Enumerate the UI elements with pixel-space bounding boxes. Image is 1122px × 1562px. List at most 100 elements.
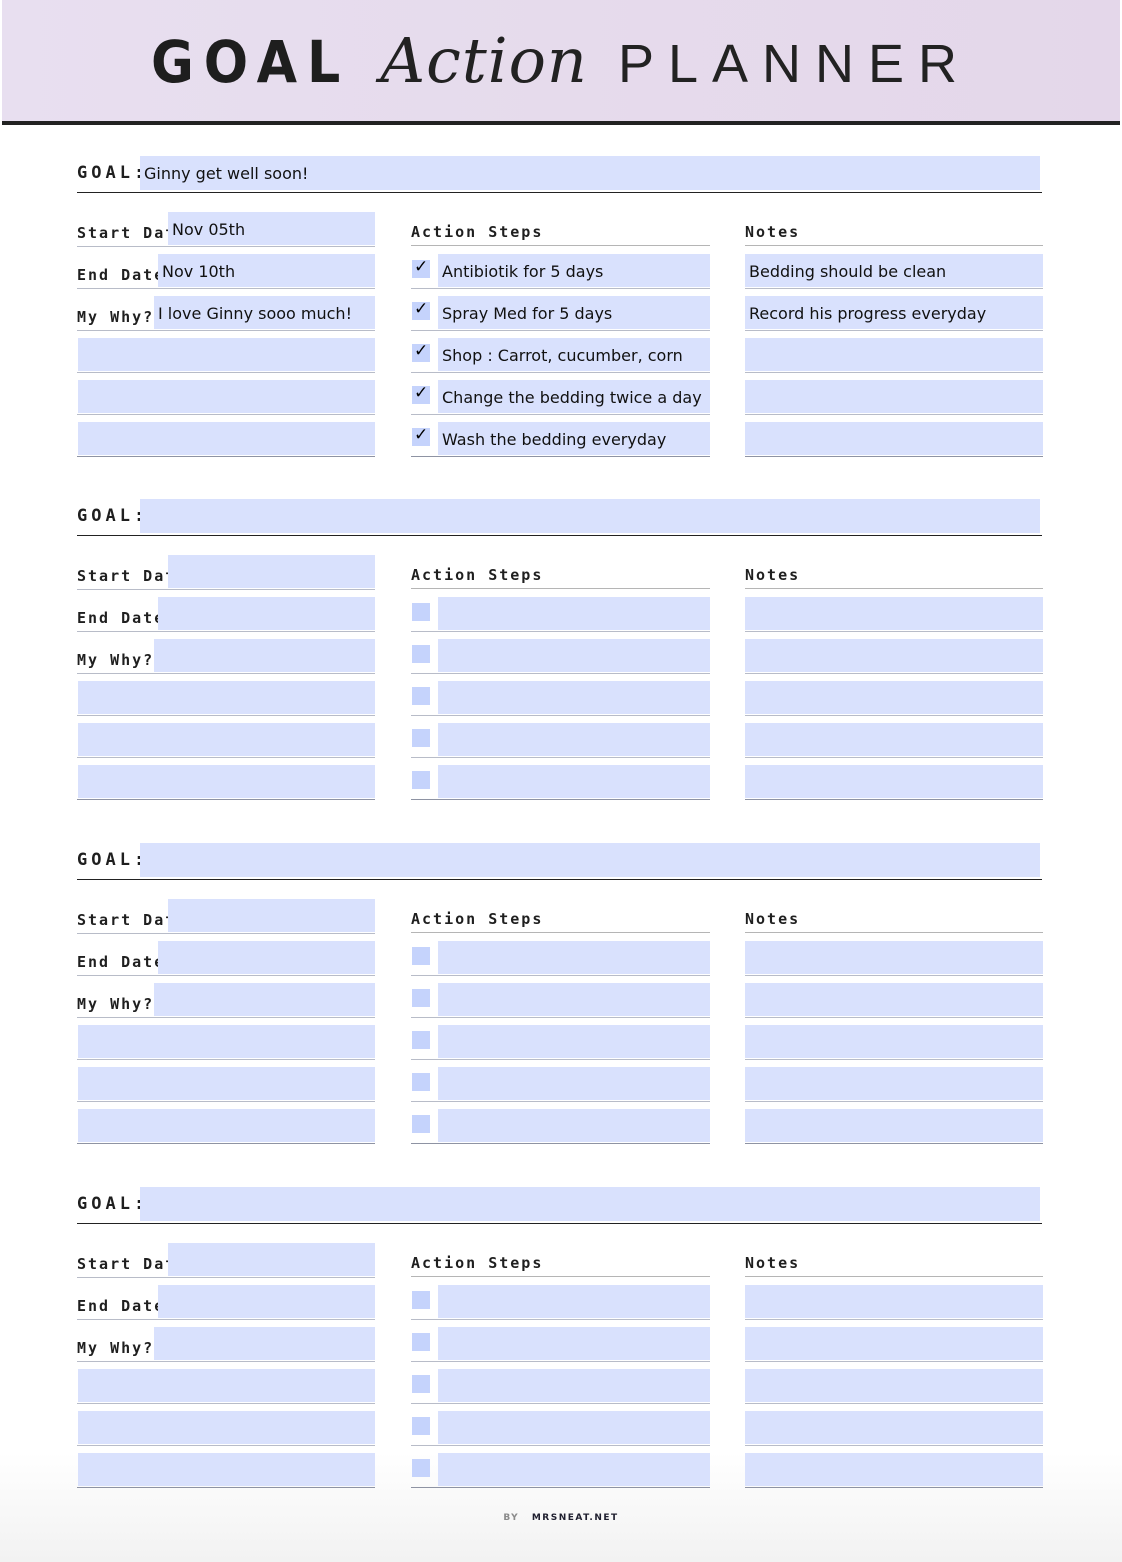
note-row: [745, 1369, 1043, 1404]
note-input[interactable]: [745, 723, 1043, 756]
note-input[interactable]: [745, 1411, 1043, 1444]
action-step-input[interactable]: [438, 1067, 710, 1100]
my-why-input[interactable]: [154, 983, 375, 1016]
action-step-input[interactable]: [438, 1369, 710, 1402]
note-input[interactable]: [745, 941, 1043, 974]
note-input[interactable]: [745, 681, 1043, 714]
action-step-checkbox[interactable]: [412, 729, 430, 747]
action-step-checkbox[interactable]: ✓: [412, 383, 430, 404]
action-step-input[interactable]: [438, 1025, 710, 1058]
action-step-checkbox[interactable]: [412, 1031, 430, 1049]
note-input[interactable]: [745, 1285, 1043, 1318]
action-step-input[interactable]: Wash the bedding everyday: [438, 422, 710, 455]
action-step-input[interactable]: Change the bedding twice a day: [438, 380, 710, 413]
action-step-checkbox[interactable]: [412, 687, 430, 705]
extra-input[interactable]: [78, 1411, 375, 1444]
note-input[interactable]: [745, 380, 1043, 413]
extra-input[interactable]: [78, 765, 375, 798]
action-step-input[interactable]: [438, 723, 710, 756]
action-step-input[interactable]: Antibiotik for 5 days: [438, 254, 710, 287]
start-date-input[interactable]: [168, 1243, 375, 1276]
action-step-row: ✓ Change the bedding twice a day: [411, 380, 710, 415]
action-step-checkbox[interactable]: ✓: [412, 299, 430, 320]
note-input[interactable]: [745, 1369, 1043, 1402]
action-step-input[interactable]: Shop : Carrot, cucumber, corn: [438, 338, 710, 371]
start-date-input[interactable]: Nov 05th: [168, 212, 375, 245]
start-date-input[interactable]: [168, 555, 375, 588]
action-step-input[interactable]: [438, 983, 710, 1016]
action-step-checkbox[interactable]: [412, 1333, 430, 1351]
my-why-input[interactable]: I love Ginny sooo much!: [154, 296, 375, 329]
action-step-checkbox[interactable]: [412, 1375, 430, 1393]
action-step-input[interactable]: [438, 1453, 710, 1486]
action-step-checkbox[interactable]: ✓: [412, 425, 430, 446]
note-input[interactable]: [745, 338, 1043, 371]
extra-input[interactable]: [78, 681, 375, 714]
action-step-checkbox[interactable]: [412, 1073, 430, 1091]
action-step-input[interactable]: [438, 1411, 710, 1444]
action-step-input[interactable]: [438, 681, 710, 714]
my-why-input[interactable]: [154, 1327, 375, 1360]
action-step-checkbox[interactable]: [412, 1291, 430, 1309]
goal-input[interactable]: [140, 843, 1040, 877]
note-input[interactable]: [745, 765, 1043, 798]
action-step-input[interactable]: [438, 1285, 710, 1318]
action-step-input[interactable]: [438, 597, 710, 630]
my-why-input[interactable]: [154, 639, 375, 672]
action-step-checkbox[interactable]: [412, 989, 430, 1007]
note-input[interactable]: [745, 639, 1043, 672]
extra-input[interactable]: [78, 1109, 375, 1142]
action-step-checkbox[interactable]: [412, 645, 430, 663]
notes-underline: [745, 588, 1043, 589]
note-input[interactable]: [745, 597, 1043, 630]
action-step-row: [411, 983, 710, 1018]
action-step-input[interactable]: [438, 941, 710, 974]
note-input[interactable]: Record his progress everyday: [745, 296, 1043, 329]
note-row: [745, 765, 1043, 800]
action-step-checkbox[interactable]: ✓: [412, 341, 430, 362]
goal-value: Ginny get well soon!: [144, 164, 309, 183]
extra-row: [77, 1369, 375, 1404]
goal-underline: [77, 879, 1042, 880]
goal-section-3: GOAL: Start Date End Date My Why? Action…: [0, 843, 1122, 1144]
note-input[interactable]: [745, 1327, 1043, 1360]
extra-input[interactable]: [78, 1453, 375, 1486]
action-step-checkbox[interactable]: [412, 603, 430, 621]
action-step-input[interactable]: [438, 1327, 710, 1360]
note-input[interactable]: [745, 422, 1043, 455]
note-input[interactable]: [745, 1025, 1043, 1058]
extra-input[interactable]: [78, 380, 375, 413]
extra-input[interactable]: [78, 1067, 375, 1100]
note-input[interactable]: [745, 1067, 1043, 1100]
extra-input[interactable]: [78, 422, 375, 455]
action-step-input[interactable]: [438, 1109, 710, 1142]
note-input[interactable]: [745, 983, 1043, 1016]
action-step-checkbox[interactable]: [412, 1115, 430, 1133]
action-step-checkbox[interactable]: [412, 771, 430, 789]
end-date-input[interactable]: [158, 941, 375, 974]
end-date-input[interactable]: [158, 1285, 375, 1318]
end-date-row: End Date: [77, 941, 375, 976]
action-step-checkbox[interactable]: [412, 947, 430, 965]
note-input[interactable]: Bedding should be clean: [745, 254, 1043, 287]
action-step-checkbox[interactable]: ✓: [412, 257, 430, 278]
action-step-checkbox[interactable]: [412, 1417, 430, 1435]
goal-input[interactable]: [140, 499, 1040, 533]
note-input[interactable]: [745, 1109, 1043, 1142]
goal-input[interactable]: Ginny get well soon!: [140, 156, 1040, 190]
end-date-input[interactable]: Nov 10th: [158, 254, 375, 287]
end-date-input[interactable]: [158, 597, 375, 630]
extra-row: [77, 380, 375, 415]
goal-input[interactable]: [140, 1187, 1040, 1221]
action-step-input[interactable]: [438, 639, 710, 672]
action-step-checkbox[interactable]: [412, 1459, 430, 1477]
extra-input[interactable]: [78, 1369, 375, 1402]
extra-input[interactable]: [78, 338, 375, 371]
action-step-input[interactable]: Spray Med for 5 days: [438, 296, 710, 329]
extra-input[interactable]: [78, 723, 375, 756]
action-steps-heading: Action Steps: [411, 910, 544, 928]
extra-input[interactable]: [78, 1025, 375, 1058]
note-input[interactable]: [745, 1453, 1043, 1486]
start-date-input[interactable]: [168, 899, 375, 932]
action-step-input[interactable]: [438, 765, 710, 798]
